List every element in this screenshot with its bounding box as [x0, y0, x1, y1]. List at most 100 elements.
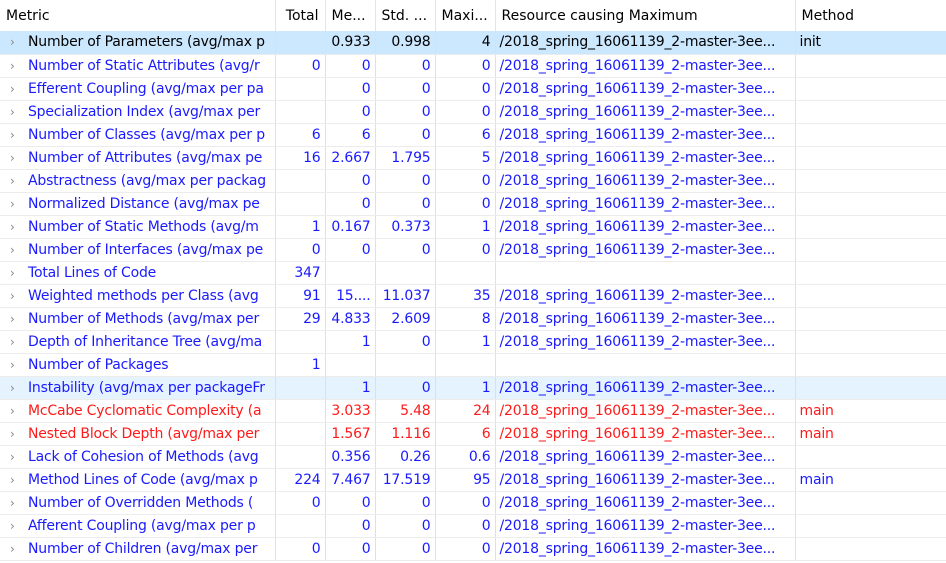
- chevron-right-icon[interactable]: ›: [10, 128, 28, 142]
- chevron-right-icon[interactable]: ›: [10, 427, 28, 441]
- column-header-mean[interactable]: Me...: [325, 0, 376, 31]
- method-cell: [795, 491, 946, 515]
- metric-name: Afferent Coupling (avg/max per p: [28, 517, 256, 534]
- table-row[interactable]: › Lack of Cohesion of Methods (avg 0.356 …: [0, 445, 946, 469]
- column-header-max[interactable]: Maxi...: [435, 0, 496, 31]
- table-row[interactable]: › Number of Packages 1: [0, 353, 946, 377]
- resource-cell: /2018_spring_16061139_2-master-3ee...: [495, 192, 796, 216]
- table-row[interactable]: › Depth of Inheritance Tree (avg/ma 1 0 1…: [0, 330, 946, 354]
- table-row[interactable]: › Number of Static Attributes (avg/r 0 0 …: [0, 54, 946, 78]
- table-row[interactable]: › Abstractness (avg/max per packag 0 0 0 …: [0, 169, 946, 193]
- chevron-right-icon[interactable]: ›: [10, 151, 28, 165]
- std-cell: [375, 353, 436, 377]
- table-row[interactable]: › Number of Attributes (avg/max pe 16 2.6…: [0, 146, 946, 170]
- column-header-resource[interactable]: Resource causing Maximum: [495, 0, 796, 31]
- mean-cell: 0: [325, 514, 376, 538]
- metric-name: Number of Methods (avg/max per: [28, 310, 260, 327]
- max-cell: [435, 261, 496, 285]
- metric-cell: › Number of Methods (avg/max per: [0, 307, 276, 331]
- chevron-right-icon[interactable]: ›: [10, 519, 28, 533]
- mean-cell: 0: [325, 537, 376, 561]
- table-row[interactable]: › Afferent Coupling (avg/max per p 0 0 0 …: [0, 514, 946, 538]
- table-row[interactable]: › Number of Static Methods (avg/m 1 0.167…: [0, 215, 946, 239]
- column-header-metric[interactable]: Metric: [0, 0, 276, 31]
- std-cell: [375, 261, 436, 285]
- table-row[interactable]: › Number of Overridden Methods ( 0 0 0 0 …: [0, 491, 946, 515]
- chevron-right-icon[interactable]: ›: [10, 404, 28, 418]
- max-cell: 1: [435, 330, 496, 354]
- metric-name: Number of Overridden Methods (: [28, 494, 254, 511]
- std-cell: 0.26: [375, 445, 436, 469]
- mean-cell: 0.167: [325, 215, 376, 239]
- chevron-right-icon[interactable]: ›: [10, 174, 28, 188]
- chevron-right-icon[interactable]: ›: [10, 197, 28, 211]
- metric-cell: › Weighted methods per Class (avg: [0, 284, 276, 308]
- total-cell: 347: [275, 261, 326, 285]
- table-row[interactable]: › Total Lines of Code 347: [0, 261, 946, 285]
- chevron-right-icon[interactable]: ›: [10, 289, 28, 303]
- table-row[interactable]: › Number of Children (avg/max per 0 0 0 0…: [0, 537, 946, 561]
- resource-cell: /2018_spring_16061139_2-master-3ee...: [495, 468, 796, 492]
- mean-cell: 3.033: [325, 399, 376, 423]
- chevron-right-icon[interactable]: ›: [10, 35, 28, 49]
- table-row[interactable]: › Efferent Coupling (avg/max per pa 0 0 0…: [0, 77, 946, 101]
- chevron-right-icon[interactable]: ›: [10, 450, 28, 464]
- method-cell: [795, 261, 946, 285]
- method-cell: [795, 146, 946, 170]
- metric-name: Number of Interfaces (avg/max pe: [28, 241, 264, 258]
- total-cell: 0: [275, 54, 326, 78]
- std-cell: 0: [375, 491, 436, 515]
- table-row[interactable]: › Specialization Index (avg/max per 0 0 0…: [0, 100, 946, 124]
- resource-cell: /2018_spring_16061139_2-master-3ee...: [495, 422, 796, 446]
- total-cell: [275, 376, 326, 400]
- table-row[interactable]: › Instability (avg/max per packageFr 1 0 …: [0, 376, 946, 400]
- metric-cell: › Total Lines of Code: [0, 261, 276, 285]
- total-cell: 29: [275, 307, 326, 331]
- column-header-method[interactable]: Method: [795, 0, 946, 31]
- table-row[interactable]: › Number of Classes (avg/max per p 6 6 0 …: [0, 123, 946, 147]
- chevron-right-icon[interactable]: ›: [10, 473, 28, 487]
- table-row[interactable]: › Nested Block Depth (avg/max per 1.567 1…: [0, 422, 946, 446]
- std-cell: 11.037: [375, 284, 436, 308]
- table-row[interactable]: › Number of Parameters (avg/max p 0.933 0…: [0, 31, 946, 55]
- chevron-right-icon[interactable]: ›: [10, 496, 28, 510]
- table-row[interactable]: › Number of Methods (avg/max per 29 4.833…: [0, 307, 946, 331]
- table-row[interactable]: › Normalized Distance (avg/max pe 0 0 0 /…: [0, 192, 946, 216]
- chevron-right-icon[interactable]: ›: [10, 105, 28, 119]
- chevron-right-icon[interactable]: ›: [10, 335, 28, 349]
- mean-cell: [325, 353, 376, 377]
- metric-name: Specialization Index (avg/max per: [28, 103, 261, 120]
- std-cell: 0: [375, 330, 436, 354]
- chevron-right-icon[interactable]: ›: [10, 358, 28, 372]
- max-cell: 8: [435, 307, 496, 331]
- chevron-right-icon[interactable]: ›: [10, 243, 28, 257]
- total-cell: [275, 330, 326, 354]
- total-cell: [275, 445, 326, 469]
- metric-name: Number of Classes (avg/max per p: [28, 126, 265, 143]
- std-cell: 0: [375, 238, 436, 262]
- chevron-right-icon[interactable]: ›: [10, 82, 28, 96]
- chevron-right-icon[interactable]: ›: [10, 59, 28, 73]
- method-cell: main: [795, 399, 946, 423]
- table-row[interactable]: › Number of Interfaces (avg/max pe 0 0 0 …: [0, 238, 946, 262]
- metric-cell: › Number of Classes (avg/max per p: [0, 123, 276, 147]
- table-row[interactable]: › Weighted methods per Class (avg 91 15..…: [0, 284, 946, 308]
- total-cell: [275, 31, 326, 55]
- metric-name: Instability (avg/max per packageFr: [28, 379, 265, 396]
- table-row[interactable]: › McCabe Cyclomatic Complexity (a 3.033 5…: [0, 399, 946, 423]
- chevron-right-icon[interactable]: ›: [10, 220, 28, 234]
- method-cell: [795, 353, 946, 377]
- chevron-right-icon[interactable]: ›: [10, 266, 28, 280]
- mean-cell: 7.467: [325, 468, 376, 492]
- column-header-total[interactable]: Total: [275, 0, 326, 31]
- metric-cell: › Afferent Coupling (avg/max per p: [0, 514, 276, 538]
- mean-cell: 15....: [325, 284, 376, 308]
- chevron-right-icon[interactable]: ›: [10, 312, 28, 326]
- column-header-std[interactable]: Std. ...: [375, 0, 436, 31]
- metric-cell: › Abstractness (avg/max per packag: [0, 169, 276, 193]
- table-row[interactable]: › Method Lines of Code (avg/max p 224 7.4…: [0, 468, 946, 492]
- chevron-right-icon[interactable]: ›: [10, 381, 28, 395]
- chevron-right-icon[interactable]: ›: [10, 542, 28, 556]
- total-cell: [275, 514, 326, 538]
- total-cell: 16: [275, 146, 326, 170]
